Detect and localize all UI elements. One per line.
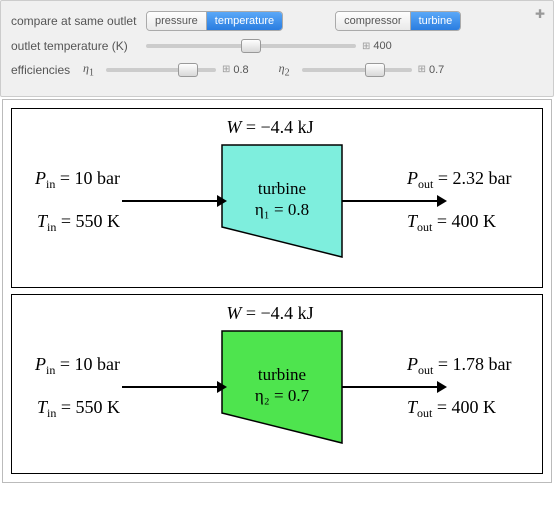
compare-setter: pressure temperature [146,11,283,31]
efficiencies-label: efficiencies [11,63,81,77]
pout-label-2: Pout = 1.78 bar [406,354,511,377]
diagram-2-svg: W = −4.4 kJ turbine η₂ = 0.7 Pin = 10 ba… [12,295,528,475]
pin-label-1: Pin = 10 bar [34,168,120,191]
eta-label-1: η₁ = 0.8 [255,200,309,219]
controls-panel: ✚ compare at same outlet pressure temper… [0,0,554,97]
diagram-2: W = −4.4 kJ turbine η₂ = 0.7 Pin = 10 ba… [11,294,543,474]
tin-label-1: Tin = 550 K [37,211,120,234]
pout-label-1: Pout = 2.32 bar [406,168,511,191]
eta2-slider[interactable] [302,68,412,72]
device-label-2: turbine [258,365,306,384]
work-label-1: W = −4.4 kJ [226,117,313,137]
pin-label-2: Pin = 10 bar [34,354,120,377]
device-setter: compressor turbine [335,11,461,31]
outlet-temp-label: outlet temperature (K) [11,39,146,53]
compare-row: compare at same outlet pressure temperat… [11,11,543,31]
tout-label-1: Tout = 400 K [407,211,496,234]
device-label-1: turbine [258,179,306,198]
eta1-symbol: η1 [83,61,94,78]
outlet-temp-value: 400 [362,40,392,52]
device-compressor[interactable]: compressor [336,12,410,30]
diagram-area: W = −4.4 kJ turbine η₁ = 0.8 Pin = 10 ba… [2,99,552,483]
eta-label-2: η₂ = 0.7 [255,386,310,405]
diagram-1-svg: W = −4.4 kJ turbine η₁ = 0.8 Pin = 10 ba… [12,109,528,289]
eta2-symbol: η2 [279,61,290,78]
compare-label: compare at same outlet [11,14,146,28]
tin-label-2: Tin = 550 K [37,397,120,420]
eta2-value: 0.7 [418,64,445,76]
compare-temperature[interactable]: temperature [207,12,282,30]
compare-pressure[interactable]: pressure [147,12,207,30]
device-turbine[interactable]: turbine [411,12,461,30]
expand-icon[interactable]: ✚ [535,7,545,21]
outlet-temp-slider[interactable] [146,44,356,48]
eta1-slider[interactable] [106,68,216,72]
diagram-1: W = −4.4 kJ turbine η₁ = 0.8 Pin = 10 ba… [11,108,543,288]
efficiencies-row: efficiencies η1 0.8 η2 0.7 [11,61,543,78]
work-label-2: W = −4.4 kJ [226,303,313,323]
outlet-temp-row: outlet temperature (K) 400 [11,39,543,53]
tout-label-2: Tout = 400 K [407,397,496,420]
eta1-value: 0.8 [222,64,249,76]
